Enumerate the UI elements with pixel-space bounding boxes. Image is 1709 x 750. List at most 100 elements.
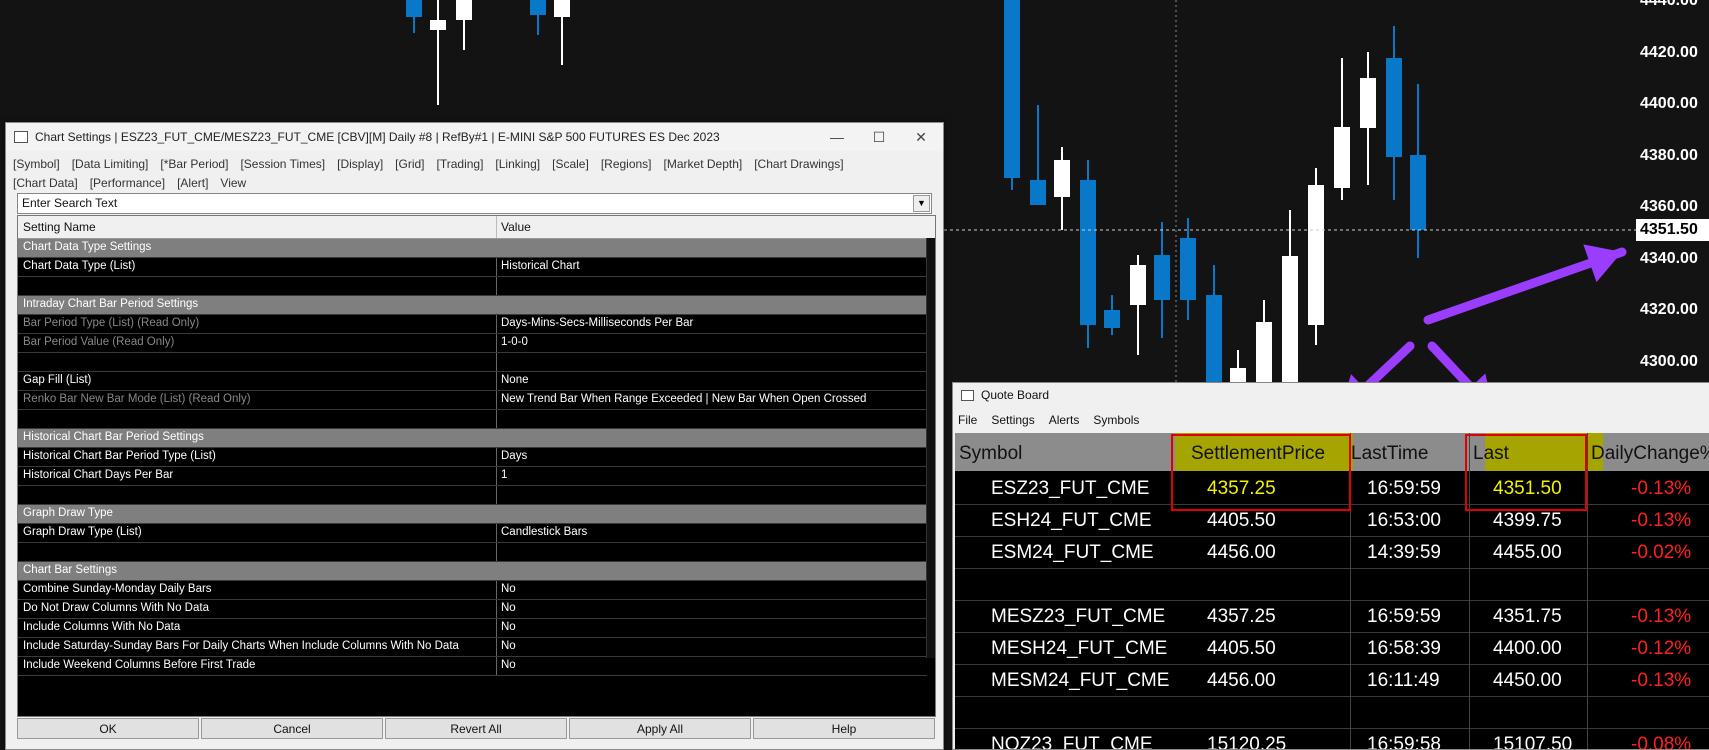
- settings-tab[interactable]: [Performance]: [90, 176, 165, 190]
- settings-row[interactable]: Historical Chart Bar Period Type (List) D…: [18, 448, 927, 467]
- close-icon[interactable]: ✕: [910, 127, 932, 147]
- candle-body: [530, 0, 546, 15]
- col-symbol[interactable]: Symbol: [959, 443, 1022, 465]
- setting-value: Days-Mins-Secs-Milliseconds Per Bar: [501, 317, 694, 329]
- quote-row[interactable]: MESH24_FUT_CME 4405.50 16:58:39 4400.00 -0.1…: [955, 632, 1709, 665]
- settings-row[interactable]: Include Saturday-Sunday Bars For Daily C…: [18, 638, 927, 657]
- candle-body: [1030, 180, 1046, 205]
- setting-value: No: [501, 640, 516, 652]
- menu-item[interactable]: Settings: [991, 413, 1034, 427]
- settings-row[interactable]: Combine Sunday-Monday Daily Bars No: [18, 581, 927, 600]
- last-time-cell: 16:59:59: [1367, 606, 1441, 627]
- setting-name: Gap Fill (List): [23, 374, 92, 386]
- settings-row[interactable]: Bar Period Type (List) (Read Only) Days-M…: [18, 315, 927, 334]
- quote-row[interactable]: MESZ23_FUT_CME 4357.25 16:59:59 4351.75 -0.1…: [955, 600, 1709, 633]
- col-daily-change[interactable]: DailyChange%: [1591, 443, 1709, 465]
- setting-name: Do Not Draw Columns With No Data: [23, 602, 209, 614]
- last-time-cell: 16:11:49: [1367, 670, 1440, 691]
- revert-all-button[interactable]: Revert All: [385, 718, 567, 739]
- setting-name: Renko Bar New Bar Mode (List) (Read Only…: [23, 393, 251, 405]
- price-axis-label: 4380.00: [1640, 146, 1698, 164]
- candle-body: [1308, 185, 1324, 325]
- settings-tab[interactable]: [*Bar Period]: [160, 157, 228, 171]
- setting-name: Bar Period Value (Read Only): [23, 336, 175, 348]
- chevron-down-icon[interactable]: ▼: [913, 195, 930, 212]
- maximize-icon[interactable]: ☐: [868, 127, 890, 147]
- settings-row[interactable]: Renko Bar New Bar Mode (List) (Read Only…: [18, 391, 927, 410]
- app-icon: [14, 131, 28, 143]
- settings-tab[interactable]: View: [220, 176, 246, 190]
- setting-value: No: [501, 659, 516, 671]
- settlement-cell: 4456.00: [1207, 542, 1276, 563]
- setting-name: Graph Draw Type (List): [23, 526, 142, 538]
- settings-tab[interactable]: [Chart Drawings]: [754, 157, 843, 171]
- setting-value: Historical Chart: [501, 260, 580, 272]
- settings-row[interactable]: Include Weekend Columns Before First Tra…: [18, 657, 927, 676]
- dialog-titlebar[interactable]: Chart Settings | ESZ23_FUT_CME/MESZ23_FU…: [6, 123, 943, 151]
- col-last-time[interactable]: LastTime: [1351, 443, 1428, 465]
- setting-value: No: [501, 602, 516, 614]
- menu-item[interactable]: Symbols: [1093, 413, 1139, 427]
- settings-tab[interactable]: [Data Limiting]: [72, 157, 149, 171]
- quote-board-title: Quote Board: [981, 388, 1050, 402]
- daily-change-cell: -0.13%: [1631, 510, 1692, 531]
- settings-tab[interactable]: [Alert]: [177, 176, 208, 190]
- settings-section-header[interactable]: Historical Chart Bar Period Settings: [18, 429, 927, 448]
- quote-row[interactable]: ESM24_FUT_CME 4456.00 14:39:59 4455.00 -0.02…: [955, 536, 1709, 569]
- settings-tab[interactable]: [Market Depth]: [664, 157, 743, 171]
- settings-tab[interactable]: [Display]: [337, 157, 383, 171]
- help-button[interactable]: Help: [753, 718, 935, 739]
- settings-tab[interactable]: [Regions]: [601, 157, 652, 171]
- quote-row[interactable]: MESM24_FUT_CME 4456.00 16:11:49 4450.00 -0.1…: [955, 664, 1709, 697]
- col-setting-name[interactable]: Setting Name: [23, 220, 96, 234]
- app-icon: [961, 390, 974, 401]
- settings-row[interactable]: Do Not Draw Columns With No Data No: [18, 600, 927, 619]
- minimize-icon[interactable]: —: [826, 127, 848, 147]
- last-cell: 4399.75: [1493, 510, 1562, 531]
- quote-row[interactable]: NQZ23_FUT_CME 15120.25 16:59:58 15107.50 -0.…: [955, 728, 1709, 749]
- settlement-cell: 4456.00: [1207, 670, 1276, 691]
- price-axis-label: 4400.00: [1640, 95, 1698, 112]
- quote-board-titlebar[interactable]: Quote Board: [953, 383, 1709, 407]
- settings-tab[interactable]: [Grid]: [395, 157, 424, 171]
- last-cell: 4455.00: [1493, 542, 1562, 563]
- settings-tab[interactable]: [Scale]: [552, 157, 589, 171]
- settings-row: [18, 486, 927, 505]
- candle-body: [1130, 265, 1146, 305]
- setting-name: Chart Data Type Settings: [23, 241, 152, 253]
- apply-all-button[interactable]: Apply All: [569, 718, 751, 739]
- settings-section-header[interactable]: Chart Bar Settings: [18, 562, 927, 581]
- candle-body: [1206, 295, 1222, 382]
- price-axis-label: 4320.00: [1640, 301, 1698, 318]
- menu-item[interactable]: File: [958, 413, 977, 427]
- settings-section-header[interactable]: Intraday Chart Bar Period Settings: [18, 296, 927, 315]
- candle-body: [1230, 368, 1246, 382]
- settings-row[interactable]: Bar Period Value (Read Only) 1-0-0: [18, 334, 927, 353]
- settings-section-header[interactable]: Graph Draw Type: [18, 505, 927, 524]
- settings-section-header[interactable]: Chart Data Type Settings: [18, 239, 927, 258]
- highlight-box-last: [1465, 434, 1587, 511]
- candle-body: [1080, 180, 1096, 325]
- settings-row: [18, 353, 927, 372]
- menu-item[interactable]: Alerts: [1049, 413, 1080, 427]
- settings-row[interactable]: Gap Fill (List) None: [18, 372, 927, 391]
- last-time-cell: 16:53:00: [1367, 510, 1441, 531]
- search-input[interactable]: Enter Search Text ▼: [17, 193, 932, 214]
- symbol-cell: MESH24_FUT_CME: [991, 638, 1168, 659]
- settings-row[interactable]: Include Columns With No Data No: [18, 619, 927, 638]
- settings-row[interactable]: Chart Data Type (List) Historical Chart: [18, 258, 927, 277]
- settings-tab[interactable]: [Session Times]: [240, 157, 325, 171]
- scrollbar[interactable]: [926, 238, 935, 716]
- col-value[interactable]: Value: [501, 220, 531, 234]
- settings-tab[interactable]: [Trading]: [437, 157, 484, 171]
- candle-body: [1054, 160, 1070, 197]
- settings-tab[interactable]: [Chart Data]: [13, 176, 78, 190]
- cancel-button[interactable]: Cancel: [201, 718, 383, 739]
- settings-row[interactable]: Graph Draw Type (List) Candlestick Bars: [18, 524, 927, 543]
- symbol-cell: ESZ23_FUT_CME: [991, 478, 1150, 499]
- setting-name: Graph Draw Type: [23, 507, 113, 519]
- settings-tab[interactable]: [Symbol]: [13, 157, 60, 171]
- settings-tab[interactable]: [Linking]: [495, 157, 540, 171]
- settings-row[interactable]: Historical Chart Days Per Bar 1: [18, 467, 927, 486]
- ok-button[interactable]: OK: [17, 718, 199, 739]
